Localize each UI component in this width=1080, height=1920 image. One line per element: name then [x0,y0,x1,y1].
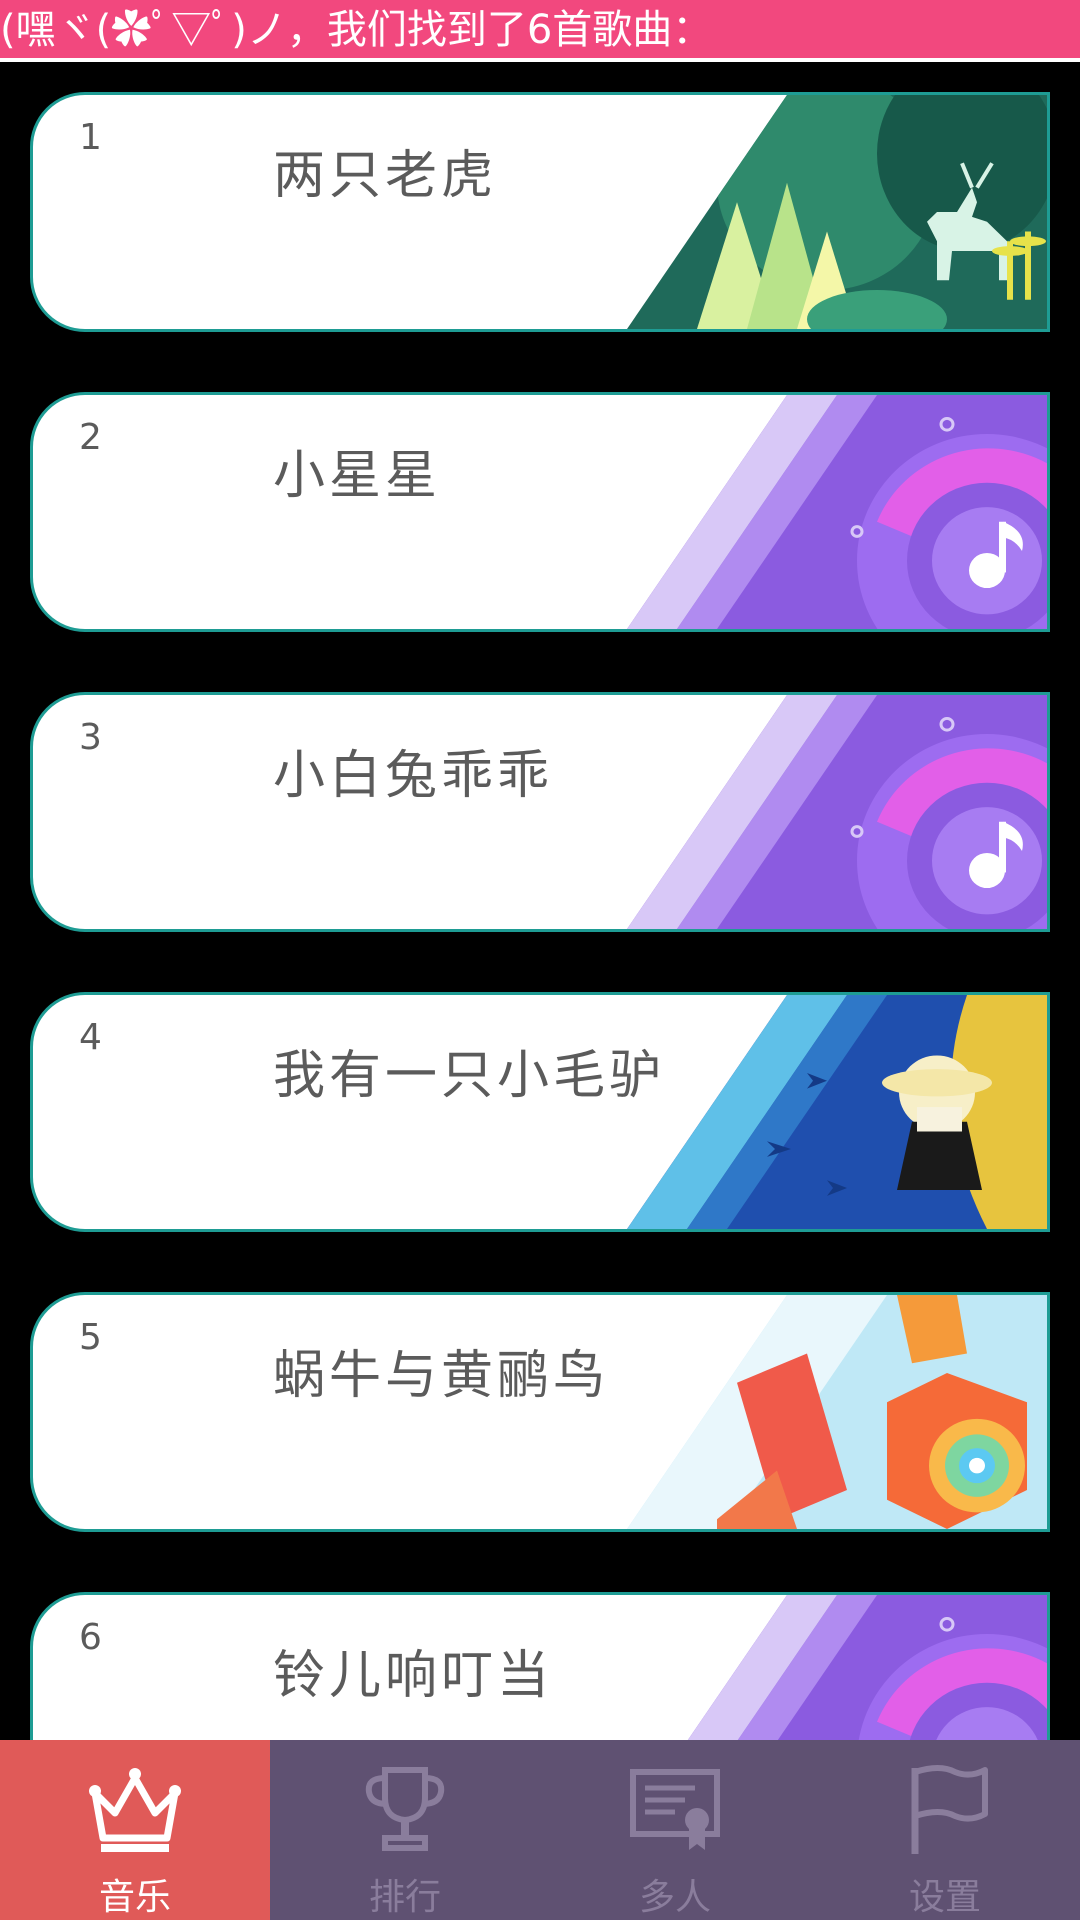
song-number: 5 [79,1317,102,1358]
song-number: 3 [79,717,102,758]
search-result-header: (嘿ヾ(✿ﾟ▽ﾟ)ノ，我们找到了6首歌曲： [0,0,1080,62]
song-title: 蜗牛与黄鹂鸟 [273,1346,610,1406]
song-card-1[interactable]: 1 两只老虎 [30,92,1050,332]
song-title: 铃儿响叮当 [273,1646,554,1706]
song-list[interactable]: 1 两只老虎 2 小星星 3 小白兔乖乖 4 我有一只小毛驴 5 蜗牛与黄鹂鸟 … [0,62,1080,1740]
tab-ranking[interactable]: 排行 [270,1740,540,1920]
song-title: 我有一只小毛驴 [273,1046,666,1106]
trophy-icon [365,1767,445,1851]
purple-music-art [627,695,1047,929]
song-card-5[interactable]: 5 蜗牛与黄鹂鸟 [30,1292,1050,1532]
tab-label: 设置 [908,1877,981,1918]
tab-label: 音乐 [98,1877,171,1918]
geometric-shapes-art [627,1295,1047,1529]
tab-music[interactable]: 音乐 [0,1740,270,1920]
tab-label: 多人 [638,1877,711,1918]
tab-label: 排行 [368,1877,441,1918]
flag-icon [911,1765,988,1854]
song-number: 1 [79,117,102,158]
purple-music-art [627,1595,1047,1740]
song-card-2[interactable]: 2 小星星 [30,392,1050,632]
song-title: 两只老虎 [273,146,498,206]
certificate-icon [630,1769,720,1850]
song-title: 小白兔乖乖 [273,746,554,806]
bottom-tab-bar: 音乐 排行 多人 设置 [0,1740,1080,1920]
song-card-3[interactable]: 3 小白兔乖乖 [30,692,1050,932]
song-card-6[interactable]: 6 铃儿响叮当 [30,1592,1050,1740]
result-message: (嘿ヾ(✿ﾟ▽ﾟ)ノ，我们找到了6首歌曲： [0,7,713,53]
purple-music-art [627,395,1047,629]
song-number: 4 [79,1017,102,1058]
tab-multiplayer[interactable]: 多人 [540,1740,810,1920]
forest-deer-art [627,95,1047,329]
tab-settings[interactable]: 设置 [810,1740,1080,1920]
song-number: 2 [79,417,102,458]
girl-birds-art [627,995,1047,1229]
song-number: 6 [79,1617,102,1658]
song-card-4[interactable]: 4 我有一只小毛驴 [30,992,1050,1232]
song-title: 小星星 [273,446,442,506]
crown-icon [89,1768,181,1852]
